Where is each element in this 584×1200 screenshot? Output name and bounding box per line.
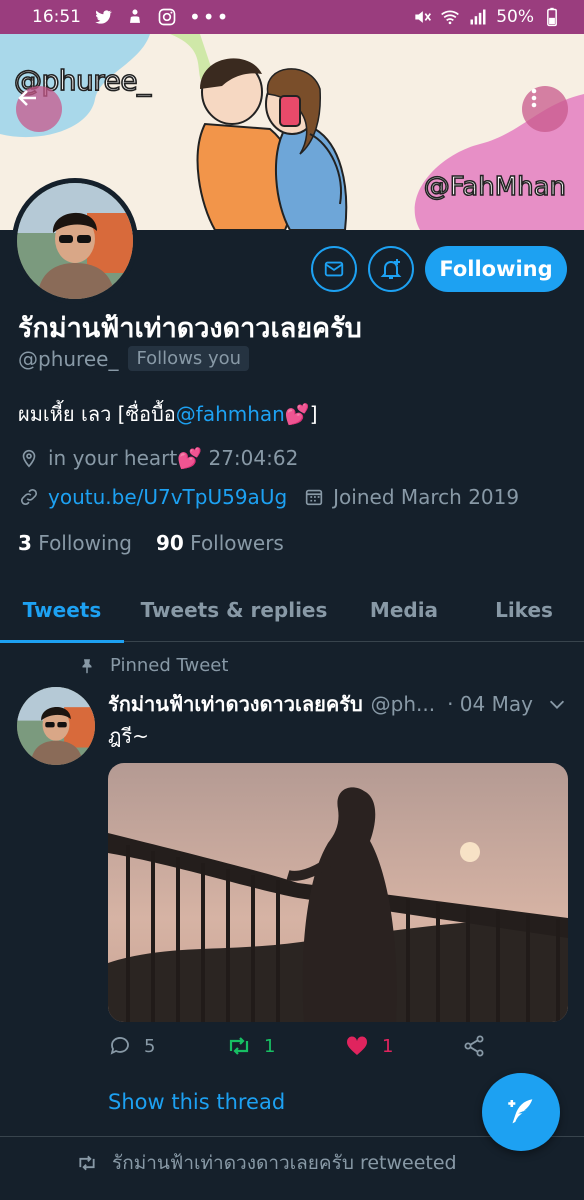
compose-tweet-button[interactable] (482, 1073, 560, 1151)
follows-you-badge: Follows you (128, 346, 250, 371)
tweet-header: รักม่านฟ้าเท่าดวงดาวเลยครับ @ph... · 04 … (108, 688, 568, 720)
profile-location-row: in your heart💕 27:04:62 (18, 446, 298, 470)
like-count: 1 (382, 1035, 394, 1057)
retweeted-by-row: รักม่านฟ้าเท่าดวงดาวเลยครับ retweeted (76, 1148, 457, 1178)
back-button[interactable] (16, 86, 62, 132)
banner-handle-right: @FahMhan (423, 171, 567, 203)
reply-icon (110, 1037, 129, 1055)
tweet-author-avatar[interactable] (17, 687, 95, 765)
profile-tabs: Tweets Tweets & replies Media Likes (0, 578, 584, 643)
battery-icon (547, 7, 557, 27)
notify-button[interactable] (368, 246, 414, 292)
tweet-actions: 5 1 1 (108, 1034, 498, 1066)
system-nav-bar (0, 1180, 584, 1200)
reply-count: 5 (144, 1035, 156, 1057)
retweet-count: 1 (264, 1035, 276, 1057)
compose-feather-icon (508, 1099, 533, 1124)
tab-likes[interactable]: Likes (464, 578, 584, 642)
share-button[interactable] (462, 1034, 486, 1058)
profile-handle-row: @phuree_ Follows you (18, 346, 250, 371)
share-icon (464, 1035, 484, 1057)
following-button[interactable]: Following (425, 246, 567, 292)
bio-end: 💕] (284, 402, 318, 426)
chevron-down-icon[interactable] (546, 693, 568, 715)
profile-display-name: รักม่านฟ้าเท่าดวงดาวเลยครับ (18, 313, 362, 344)
retweet-icon (229, 1037, 249, 1055)
reply-button[interactable]: 5 (108, 1034, 155, 1058)
calendar-icon (305, 489, 323, 506)
instagram-icon (158, 8, 176, 26)
profile-bio: ผมเหี้ย เลว [ซื่อบื้อ@fahmhan💕] (18, 398, 318, 430)
tab-media[interactable]: Media (344, 578, 464, 642)
retweet-small-icon (79, 1155, 95, 1171)
link-icon (20, 488, 38, 506)
following-count: 3 (18, 531, 32, 555)
twitter-notification-icon (95, 10, 112, 24)
bio-mention-link[interactable]: @fahmhan (176, 402, 285, 426)
tweet-photo-image (108, 763, 568, 1022)
tweet-date: · 04 May (447, 692, 533, 716)
more-vertical-icon (531, 88, 537, 108)
app-notification-icon (130, 9, 140, 23)
tweet-text: ฎรี~ (108, 724, 149, 748)
message-button[interactable] (311, 246, 357, 292)
wifi-icon (441, 10, 460, 25)
signal-icon (470, 9, 486, 25)
retweet-button[interactable]: 1 (226, 1034, 275, 1058)
tweet-avatar-image (17, 687, 95, 765)
profile-avatar[interactable] (12, 178, 138, 304)
profile-url-link[interactable]: youtu.be/U7vTpU59aUg (48, 485, 287, 509)
bio-text: ผมเหี้ย เลว [ซื่อบื้อ (18, 402, 176, 426)
tweet-photo[interactable] (108, 763, 568, 1022)
profile-location: in your heart💕 27:04:62 (48, 446, 299, 470)
pinned-tweet-label: Pinned Tweet (110, 655, 229, 676)
pin-icon (82, 658, 92, 673)
location-pin-icon (22, 449, 36, 468)
mute-icon (415, 11, 432, 23)
more-notifications-icon: ••• (189, 5, 231, 29)
retweeted-by-text: รักม่านฟ้าเท่าดวงดาวเลยครับ retweeted (112, 1152, 457, 1174)
followers-count: 90 (155, 531, 184, 555)
tab-tweets[interactable]: Tweets (0, 578, 124, 643)
back-arrow-icon (18, 90, 36, 106)
pinned-tweet-label-row: Pinned Tweet (78, 655, 228, 676)
heart-icon (346, 1036, 368, 1055)
following-count-link[interactable]: 3 Following (18, 531, 132, 555)
mail-icon (324, 261, 344, 277)
following-label: Following (38, 531, 132, 555)
profile-joined: Joined March 2019 (333, 485, 520, 509)
tweet-author-name[interactable]: รักม่านฟ้าเท่าดวงดาวเลยครับ (108, 688, 363, 720)
like-button[interactable]: 1 (344, 1034, 393, 1058)
followers-label: Followers (190, 531, 284, 555)
profile-handle: @phuree_ (18, 346, 119, 371)
battery-percent: 50% (496, 7, 534, 27)
profile-counts: 3 Following 90 Followers (18, 531, 284, 555)
tweet-author-handle: @ph... (370, 692, 436, 716)
avatar-image (17, 183, 133, 299)
status-time: 16:51 (32, 7, 81, 27)
tab-tweets-replies[interactable]: Tweets & replies (124, 578, 344, 642)
bell-plus-icon (380, 259, 402, 279)
more-options-button[interactable] (522, 86, 568, 132)
status-bar: 16:51 ••• 50% (0, 0, 584, 34)
followers-count-link[interactable]: 90 Followers (156, 531, 284, 555)
profile-url-row: youtu.be/U7vTpU59aUg Joined March 2019 (18, 485, 519, 509)
show-thread-link[interactable]: Show this thread (108, 1090, 285, 1114)
